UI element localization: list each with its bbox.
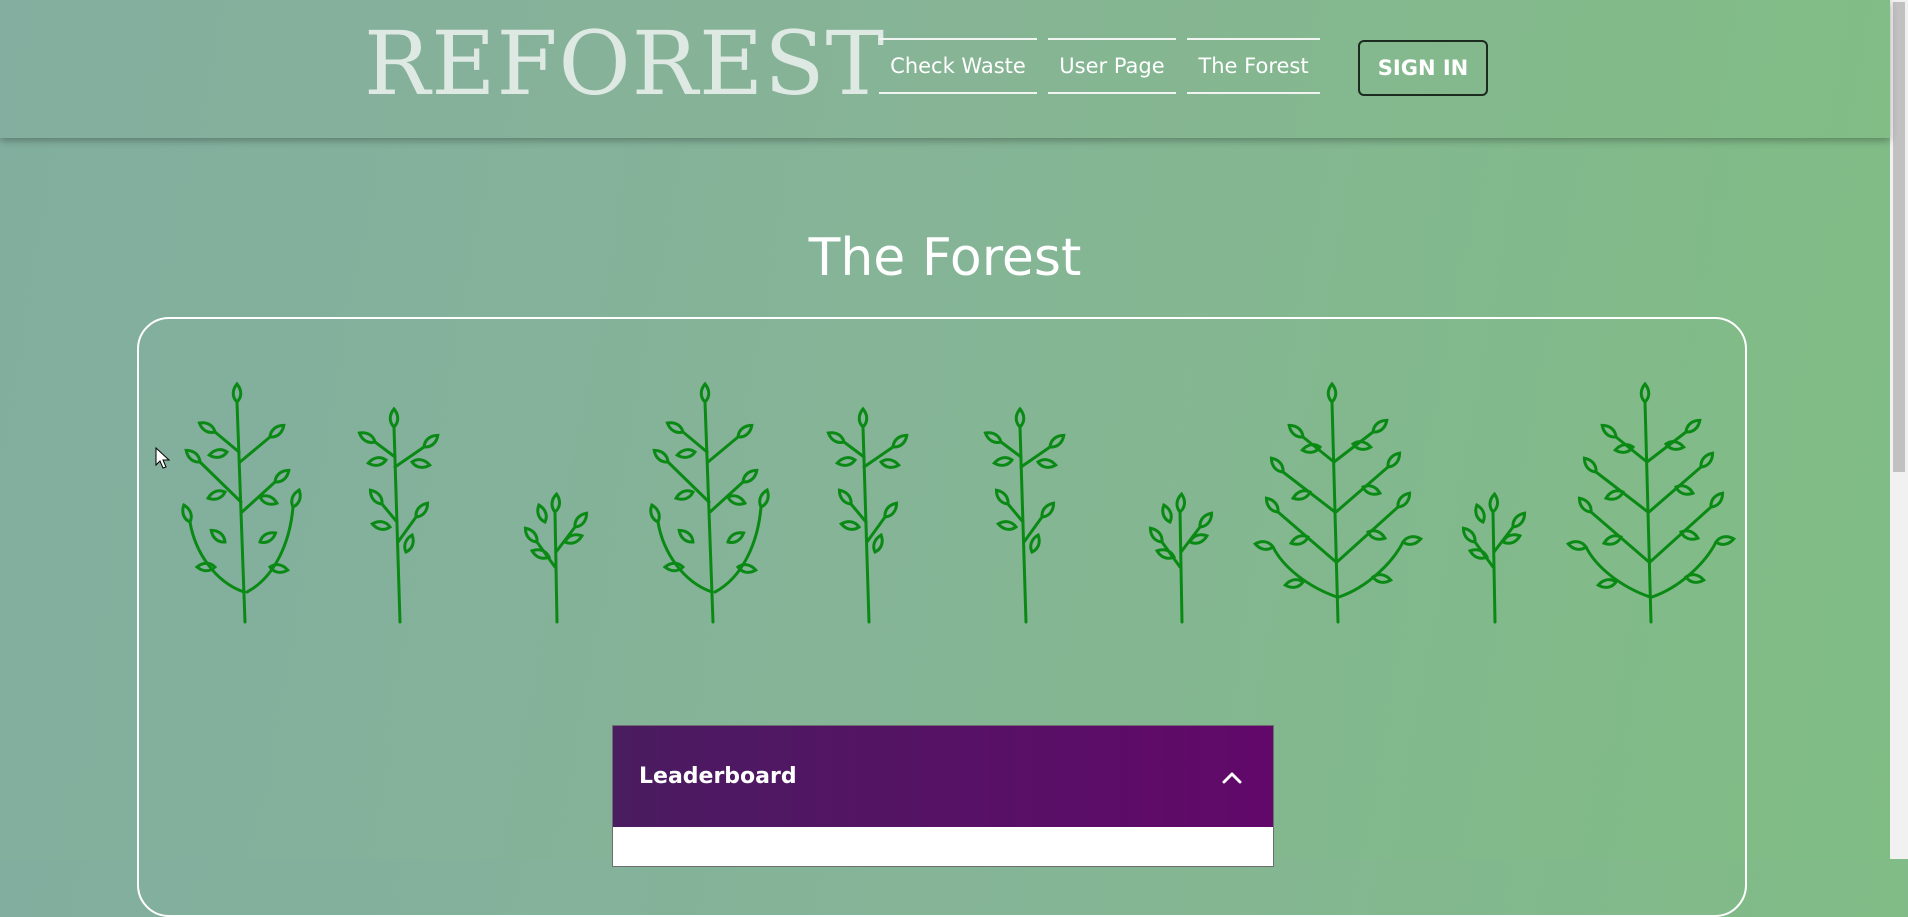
- site-header: REFOREST Check Waste User Page The Fores…: [0, 0, 1890, 138]
- page-title: The Forest: [808, 228, 1082, 288]
- leaderboard-panel: Leaderboard: [612, 725, 1274, 867]
- nav-user-page[interactable]: User Page: [1048, 38, 1176, 94]
- mouse-cursor-icon: [155, 447, 171, 469]
- nav-check-waste[interactable]: Check Waste: [879, 38, 1037, 94]
- chevron-up-icon[interactable]: [1221, 770, 1243, 784]
- site-logo[interactable]: REFOREST: [364, 14, 885, 114]
- scrollbar-thumb[interactable]: [1893, 2, 1905, 472]
- leaderboard-header[interactable]: Leaderboard: [613, 726, 1273, 827]
- nav-the-forest[interactable]: The Forest: [1187, 38, 1320, 94]
- page-scrollbar[interactable]: [1890, 0, 1908, 859]
- sign-in-button[interactable]: SIGN IN: [1358, 40, 1488, 96]
- leaderboard-title: Leaderboard: [639, 764, 797, 789]
